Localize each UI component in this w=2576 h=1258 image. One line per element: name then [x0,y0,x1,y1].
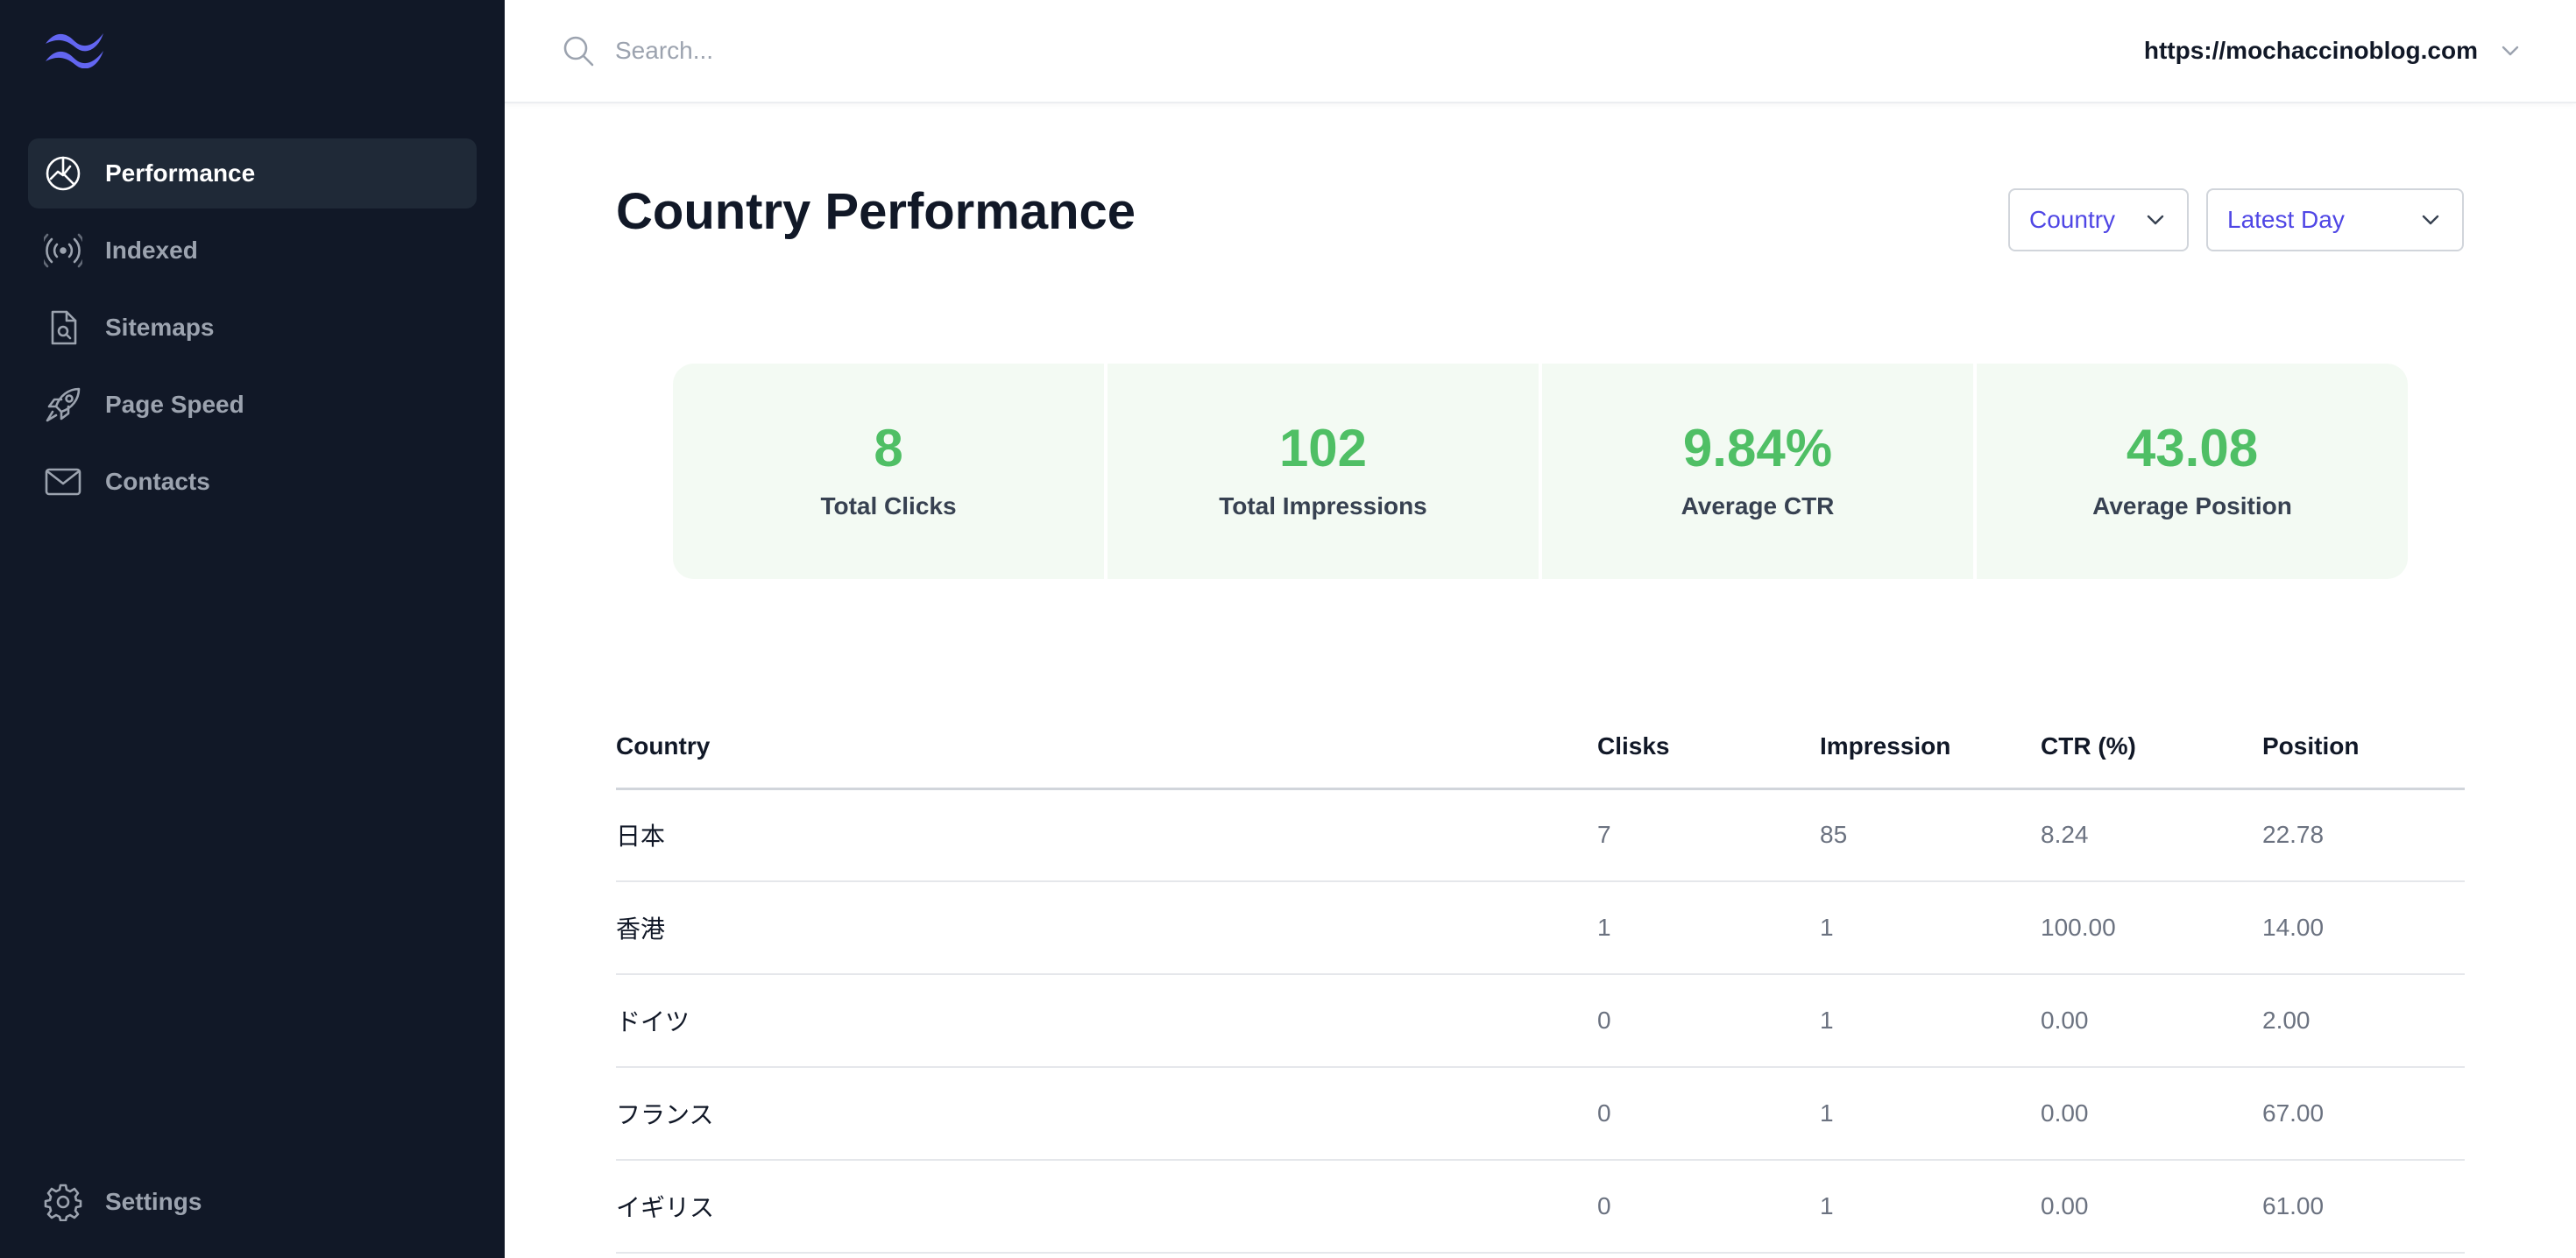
sidebar-item-label: Page Speed [105,391,244,418]
column-header-country[interactable]: Country [616,706,1597,790]
stat-value: 8 [874,419,903,477]
tailwind-logo-icon[interactable] [42,26,107,68]
stat-label: Total Clicks [820,492,957,519]
country-cell: フランス [616,1067,1597,1161]
sidebar-item-label: Contacts [105,468,210,495]
site-url: https://mochaccinoblog.com [2143,37,2478,64]
date-range-select[interactable]: Latest Day [2206,188,2464,251]
impression-cell: 1 [1820,881,2041,975]
ctr-cell: 0.00 [2041,1067,2262,1161]
country-cell: イギリス [616,1160,1597,1254]
sidebar: Performance Indexed Sitemaps Page Speed … [0,0,505,1258]
sidebar-item-performance[interactable]: Performance [28,138,477,208]
impression-cell: 1 [1820,974,2041,1068]
site-selector[interactable]: https://mochaccinoblog.com [2144,37,2523,65]
stat-card-average-ctr: 9.84% Average CTR [1542,364,1973,579]
sidebar-item-contacts[interactable]: Contacts [28,447,477,517]
country-cell: 日本 [616,788,1597,882]
table-row[interactable]: 日本 7 85 8.24 22.78 [616,788,2465,882]
table-row[interactable]: イギリス 0 1 0.00 61.00 [616,1160,2465,1254]
position-cell: 22.78 [2262,788,2465,882]
table-header-row: Country Clisks Impression CTR (%) Positi… [616,706,2465,790]
signal-icon [44,231,82,270]
clicks-cell: 0 [1597,1160,1820,1254]
ctr-cell: 100.00 [2041,881,2262,975]
column-header-ctr[interactable]: CTR (%) [2041,706,2262,790]
envelope-icon [44,463,82,501]
ctr-cell: 0.00 [2041,974,2262,1068]
sidebar-item-label: Sitemaps [105,314,215,341]
stat-label: Average Position [2092,492,2292,519]
country-cell: ドイツ [616,974,1597,1068]
column-header-impression[interactable]: Impression [1820,706,2041,790]
column-header-clicks[interactable]: Clisks [1597,706,1820,790]
stat-label: Total Impressions [1219,492,1427,519]
stat-card-total-clicks: 8 Total Clicks [673,364,1104,579]
table-row[interactable]: ドイツ 0 1 0.00 2.00 [616,974,2465,1068]
impression-cell: 1 [1820,1067,2041,1161]
sidebar-item-sitemaps[interactable]: Sitemaps [28,293,477,363]
app-root: Performance Indexed Sitemaps Page Speed … [0,0,2576,1258]
stat-value: 102 [1278,419,1368,477]
date-range-select-value: Latest Day [2227,206,2345,233]
top-bar: https://mochaccinoblog.com [505,0,2576,103]
sidebar-item-label: Performance [105,159,256,187]
sidebar-item-label: Settings [105,1188,202,1215]
impression-cell: 85 [1820,788,2041,882]
sidebar-nav: Performance Indexed Sitemaps Page Speed … [28,138,477,524]
position-cell: 67.00 [2262,1067,2465,1161]
search-icon [563,36,594,67]
position-cell: 14.00 [2262,881,2465,975]
chevron-down-icon [2147,215,2164,225]
table-row[interactable]: フランス 0 1 0.00 67.00 [616,1067,2465,1161]
sidebar-item-page-speed[interactable]: Page Speed [28,370,477,440]
chevron-down-icon [2502,46,2519,56]
dimension-select-value: Country [2029,206,2116,233]
position-cell: 61.00 [2262,1160,2465,1254]
ctr-cell: 8.24 [2041,788,2262,882]
clicks-cell: 7 [1597,788,1820,882]
gear-icon [44,1183,82,1221]
table-row[interactable]: 香港 1 1 100.00 14.00 [616,881,2465,975]
sidebar-item-indexed[interactable]: Indexed [28,216,477,286]
rocket-icon [44,385,82,424]
clicks-cell: 0 [1597,1067,1820,1161]
stat-value: 43.08 [2126,419,2259,477]
column-header-position[interactable]: Position [2262,706,2465,790]
position-cell: 2.00 [2262,974,2465,1068]
document-search-icon [44,308,82,347]
impression-cell: 1 [1820,1160,2041,1254]
stat-card-total-impressions: 102 Total Impressions [1108,364,1539,579]
stat-value: 9.84% [1682,419,1833,477]
dimension-select[interactable]: Country [2008,188,2189,251]
stats-summary: 8 Total Clicks 102 Total Impressions 9.8… [673,364,2408,579]
page-title: Country Performance [616,183,1136,240]
sidebar-item-settings[interactable]: Settings [28,1167,477,1237]
country-cell: 香港 [616,881,1597,975]
country-table: Country Clisks Impression CTR (%) Positi… [616,706,2465,1254]
clicks-cell: 1 [1597,881,1820,975]
stat-label: Average CTR [1681,492,1835,519]
search-input[interactable] [615,37,1404,65]
stat-card-average-position: 43.08 Average Position [1977,364,2408,579]
clicks-cell: 0 [1597,974,1820,1068]
chart-pie-icon [44,154,82,193]
ctr-cell: 0.00 [2041,1160,2262,1254]
sidebar-item-label: Indexed [105,237,198,264]
chevron-down-icon [2422,215,2439,225]
main-content: https://mochaccinoblog.com Country Perfo… [505,0,2576,1258]
